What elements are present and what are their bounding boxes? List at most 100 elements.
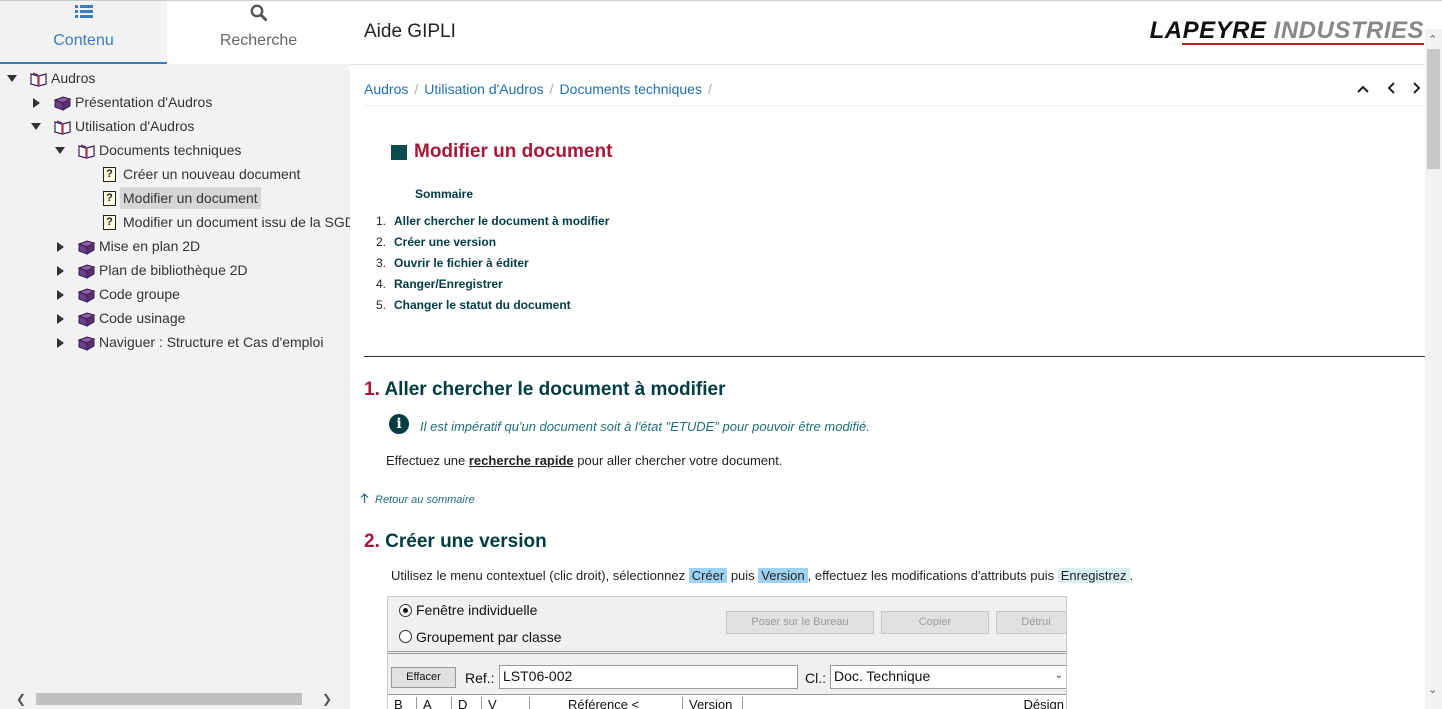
table-of-contents: 1. Aller chercher le document à modifier … — [376, 214, 609, 319]
tree-item[interactable]: Présentation d'Audros — [0, 91, 350, 115]
scrollbar-thumb[interactable] — [36, 693, 302, 705]
scrollbar-thumb[interactable] — [1427, 49, 1440, 169]
tree-item[interactable]: Documents techniques — [0, 139, 350, 163]
book-icon — [77, 239, 96, 255]
radio-label: Groupement par classe — [416, 629, 562, 645]
toc-item[interactable]: 3. Ouvrir le fichier à éditer — [376, 256, 609, 277]
tree-item-label: Plan de bibliothèque 2D — [99, 262, 248, 278]
breadcrumb-documents-techniques[interactable]: Documents techniques — [560, 81, 702, 97]
cl-select: Doc. Technique ⌄ — [830, 665, 1066, 689]
main-panel: Aide GIPLI LAPEYRE INDUSTRIES Audros / Uti… — [350, 0, 1442, 709]
help-page-icon: ? — [103, 167, 119, 182]
expand-arrow-right-icon[interactable] — [57, 290, 64, 300]
section-1-paragraph: Effectuez une recherche rapide pour alle… — [386, 453, 783, 468]
tree-item-label: Utilisation d'Audros — [75, 118, 195, 134]
scroll-down-icon[interactable]: ⌄ — [1428, 683, 1437, 696]
toc-item[interactable]: 5. Changer le statut du document — [376, 298, 609, 319]
tree-item[interactable]: ? Modifier un document issu de la SGD — [0, 211, 350, 235]
book-icon — [77, 287, 96, 303]
info-note: Il est impératif qu'un document soit à l… — [420, 419, 870, 434]
effacer-button: Effacer — [391, 667, 456, 688]
breadcrumb: Audros / Utilisation d'Audros / Documents te… — [364, 81, 712, 97]
expand-arrow-right-icon[interactable] — [57, 314, 64, 324]
page-title: Modifier un document — [414, 141, 613, 162]
tree-item[interactable]: ? Créer un nouveau document — [0, 163, 350, 187]
tree-item-label: Documents techniques — [99, 142, 242, 158]
arrow-up-icon — [360, 493, 369, 503]
section-1-title: 1. Aller chercher le document à modifier — [364, 379, 726, 400]
help-page-icon: ? — [103, 191, 119, 206]
chevron-left-icon[interactable] — [1386, 81, 1400, 98]
radio-groupement-classe — [399, 630, 412, 643]
expand-arrow-right-icon[interactable] — [57, 242, 64, 252]
retour-sommaire-link[interactable]: Retour au sommaire — [360, 493, 475, 506]
tree-item-label: Code usinage — [99, 310, 186, 326]
sidebar-tabs: Contenu Recherche — [0, 1, 350, 64]
tree-item[interactable]: Mise en plan 2D — [0, 235, 350, 259]
audros-logo-icon — [376, 129, 407, 160]
toc-item[interactable]: 4. Ranger/Enregistrer — [376, 277, 609, 298]
expand-arrow-down-icon[interactable] — [55, 147, 65, 154]
section-divider — [364, 356, 1425, 357]
recherche-rapide-link[interactable]: recherche rapide — [469, 453, 574, 468]
topic-content: Modifier un document Sommaire 1. Aller ch… — [350, 106, 1425, 709]
chevron-right-icon[interactable] — [1412, 81, 1422, 98]
ref-label: Ref.: — [465, 670, 495, 686]
topic-nav — [1345, 81, 1422, 99]
copier-button: Copier — [881, 611, 989, 634]
tab-label: Contenu — [53, 32, 114, 49]
tree-item-label: Créer un nouveau document — [123, 166, 301, 182]
open-book-icon — [78, 143, 95, 159]
tab-contenu[interactable]: Contenu — [0, 1, 167, 64]
tree-item-label: Naviguer : Structure et Cas d'emploi — [99, 334, 324, 350]
expand-arrow-right-icon[interactable] — [57, 338, 64, 348]
content-tree: Audros Présentation d'Audros Utilisation d… — [0, 67, 350, 687]
search-icon — [250, 4, 267, 22]
open-book-icon — [30, 71, 47, 87]
expand-arrow-down-icon[interactable] — [7, 75, 17, 82]
enregistrez-tag: Enregistrez — [1057, 568, 1130, 583]
expand-arrow-right-icon[interactable] — [57, 266, 64, 276]
tree-item-label: Audros — [51, 70, 96, 86]
version-tag: Version — [758, 568, 808, 583]
poser-bureau-button: Poser sur le Bureau — [726, 611, 874, 634]
tree-item[interactable]: Code usinage — [0, 307, 350, 331]
tree-item-label: Code groupe — [99, 286, 180, 302]
tree-item-label: Modifier un document issu de la SGD — [123, 214, 350, 230]
breadcrumb-utilisation[interactable]: Utilisation d'Audros — [424, 81, 543, 97]
breadcrumb-audros[interactable]: Audros — [364, 81, 408, 97]
tree-item[interactable]: Code groupe — [0, 283, 350, 307]
detruire-button: Détrui — [996, 611, 1066, 634]
expand-arrow-right-icon[interactable] — [33, 98, 40, 108]
book-icon — [77, 335, 96, 351]
radio-label: Fenêtre individuelle — [416, 602, 538, 618]
scroll-up-icon[interactable]: ⌃ — [1428, 33, 1437, 46]
expand-arrow-down-icon[interactable] — [31, 123, 41, 130]
radio-fenetre-individuelle — [399, 604, 412, 617]
cl-label: Cl.: — [805, 670, 826, 686]
sidebar: Contenu Recherche Audros Présentation d'A… — [0, 0, 350, 709]
chevron-up-icon[interactable] — [1357, 81, 1373, 98]
scroll-right-icon[interactable]: ❯ — [322, 692, 332, 706]
vertical-scrollbar[interactable]: ⌃ ⌄ — [1425, 29, 1442, 709]
help-page-icon: ? — [103, 215, 119, 230]
book-icon — [77, 311, 96, 327]
scroll-left-icon[interactable]: ❮ — [16, 692, 26, 706]
tree-item-label: Mise en plan 2D — [99, 238, 201, 254]
tab-recherche[interactable]: Recherche — [167, 1, 350, 64]
creer-tag: Créer — [688, 568, 728, 583]
tree-item[interactable]: Utilisation d'Audros — [0, 115, 350, 139]
tree-item[interactable]: Plan de bibliothèque 2D — [0, 259, 350, 283]
info-icon: i — [389, 414, 409, 434]
toc-item[interactable]: 2. Créer une version — [376, 235, 609, 256]
topbar: Aide GIPLI LAPEYRE INDUSTRIES — [350, 1, 1442, 65]
app-title: Aide GIPLI — [364, 21, 456, 42]
brand-logo: LAPEYRE INDUSTRIES — [1149, 17, 1424, 44]
horizontal-scrollbar[interactable]: ❮ ❯ — [0, 689, 350, 709]
tree-item[interactable]: ? Modifier un document — [0, 187, 350, 211]
toc-item[interactable]: 1. Aller chercher le document à modifier — [376, 214, 609, 235]
tree-item-label: Modifier un document — [120, 187, 261, 209]
chevron-down-icon: ⌄ — [1054, 670, 1063, 681]
tree-item[interactable]: Naviguer : Structure et Cas d'emploi — [0, 331, 350, 355]
tree-item[interactable]: Audros — [0, 67, 350, 91]
